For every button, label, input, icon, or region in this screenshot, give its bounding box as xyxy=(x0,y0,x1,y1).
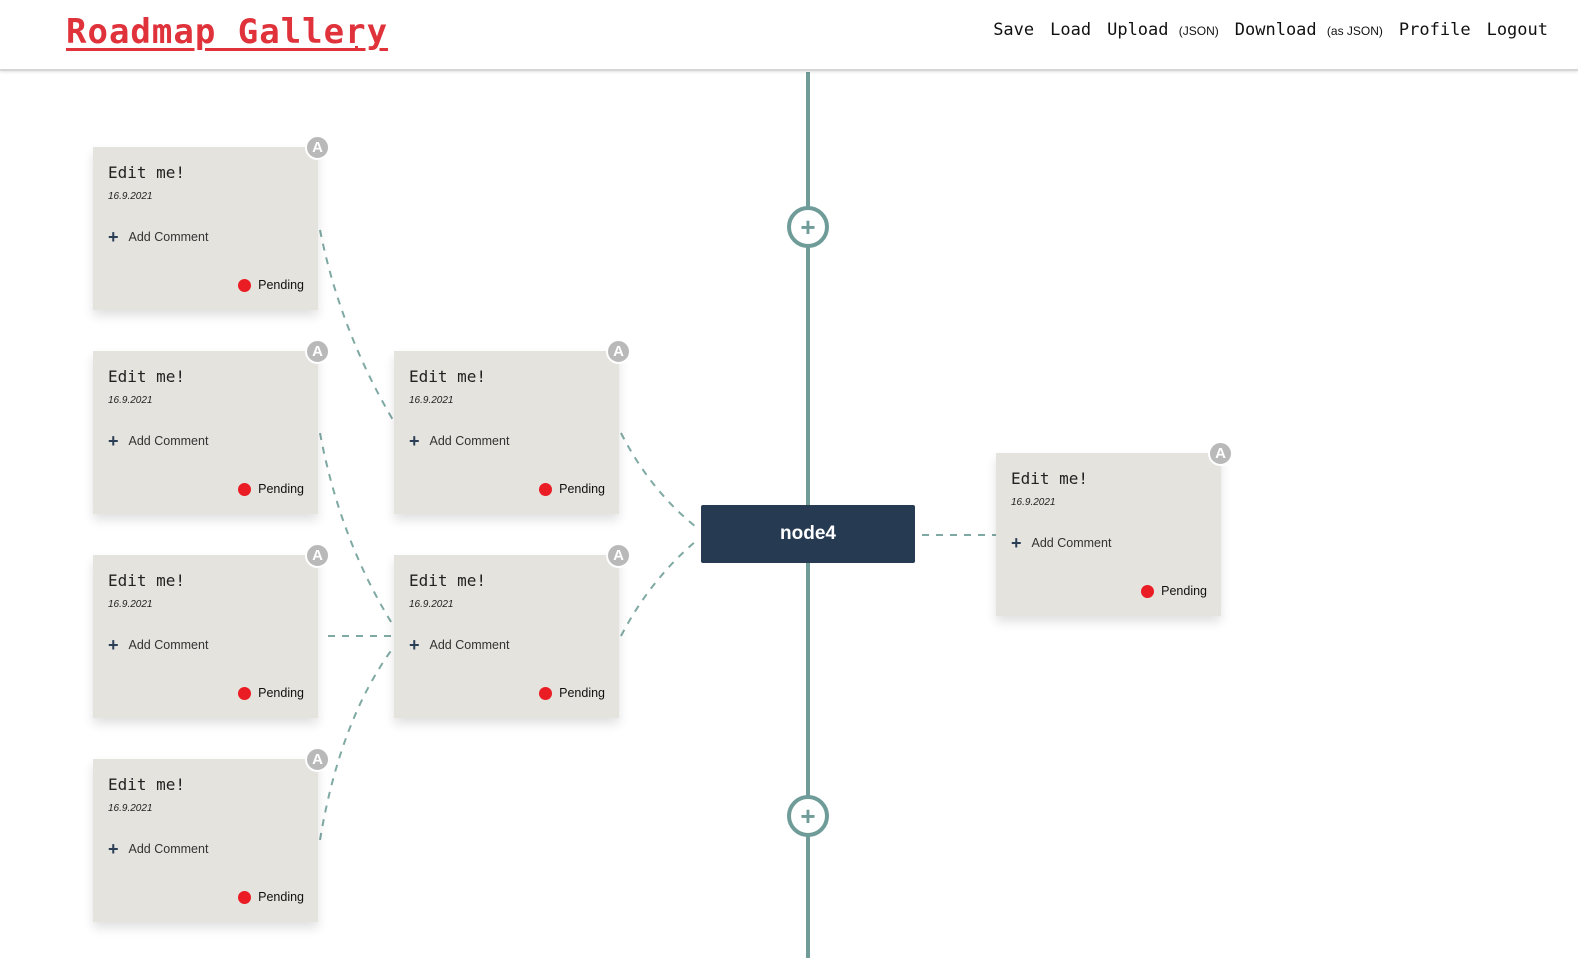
card-title[interactable]: Edit me! xyxy=(108,775,185,794)
avatar[interactable]: A xyxy=(305,135,330,160)
add-comment-label: Add Comment xyxy=(128,434,209,448)
app-header: Roadmap Gallery Save Load Upload (JSON) … xyxy=(0,0,1578,71)
plus-icon: + xyxy=(1011,533,1022,553)
roadmap-card[interactable]: Edit me! 16.9.2021 + Add Comment Pending… xyxy=(93,339,330,514)
card-date: 16.9.2021 xyxy=(108,395,153,406)
edge-card2-card6 xyxy=(319,432,394,626)
card-date: 16.9.2021 xyxy=(409,395,454,406)
roadmap-card[interactable]: Edit me! 16.9.2021 + Add Comment Pending… xyxy=(93,747,330,922)
card-date: 16.9.2021 xyxy=(108,599,153,610)
status-badge[interactable]: Pending xyxy=(238,482,304,496)
card-title[interactable]: Edit me! xyxy=(108,571,185,590)
add-comment-label: Add Comment xyxy=(429,638,510,652)
avatar[interactable]: A xyxy=(305,747,330,772)
status-label: Pending xyxy=(1161,584,1207,598)
add-comment-button[interactable]: + Add Comment xyxy=(409,635,510,655)
avatar[interactable]: A xyxy=(1208,441,1233,466)
roadmap-card[interactable]: Edit me! 16.9.2021 + Add Comment Pending… xyxy=(93,543,330,718)
status-label: Pending xyxy=(258,482,304,496)
add-comment-button[interactable]: + Add Comment xyxy=(1011,533,1112,553)
card-date: 16.9.2021 xyxy=(108,191,153,202)
card-title[interactable]: Edit me! xyxy=(1011,469,1088,488)
add-comment-button[interactable]: + Add Comment xyxy=(409,431,510,451)
status-badge[interactable]: Pending xyxy=(539,482,605,496)
top-nav: Save Load Upload (JSON) Download (as JSO… xyxy=(993,20,1548,40)
plus-icon: + xyxy=(108,227,119,247)
nav-upload[interactable]: Upload (JSON) xyxy=(1107,20,1219,40)
status-label: Pending xyxy=(258,278,304,292)
status-dot-icon xyxy=(539,686,553,700)
plus-icon: + xyxy=(409,431,420,451)
card-title[interactable]: Edit me! xyxy=(409,571,486,590)
roadmap-card[interactable]: Edit me! 16.9.2021 + Add Comment Pending… xyxy=(93,135,330,310)
nav-logout[interactable]: Logout xyxy=(1487,20,1548,40)
avatar[interactable]: A xyxy=(606,543,631,568)
add-comment-label: Add Comment xyxy=(1031,536,1112,550)
add-node-bottom-button[interactable]: + xyxy=(787,795,829,837)
status-badge[interactable]: Pending xyxy=(1141,584,1207,598)
plus-icon: + xyxy=(108,431,119,451)
nav-download[interactable]: Download (as JSON) xyxy=(1235,20,1383,40)
card-date: 16.9.2021 xyxy=(409,599,454,610)
add-comment-label: Add Comment xyxy=(128,638,209,652)
plus-icon: + xyxy=(409,635,420,655)
status-dot-icon xyxy=(238,890,252,904)
status-label: Pending xyxy=(559,482,605,496)
card-title[interactable]: Edit me! xyxy=(108,367,185,386)
status-badge[interactable]: Pending xyxy=(238,890,304,904)
edge-card5-node4 xyxy=(620,432,697,528)
roadmap-card[interactable]: Edit me! 16.9.2021 + Add Comment Pending… xyxy=(996,441,1233,616)
add-comment-button[interactable]: + Add Comment xyxy=(108,839,209,859)
edge-card4-card6 xyxy=(319,647,394,841)
nav-save[interactable]: Save xyxy=(993,20,1034,40)
logo[interactable]: Roadmap Gallery xyxy=(66,12,388,52)
edge-card1-card5 xyxy=(319,229,394,421)
nav-profile[interactable]: Profile xyxy=(1399,20,1471,40)
status-badge[interactable]: Pending xyxy=(539,686,605,700)
status-label: Pending xyxy=(258,686,304,700)
add-comment-label: Add Comment xyxy=(128,842,209,856)
plus-circle-icon: + xyxy=(800,801,816,831)
add-node-top-button[interactable]: + xyxy=(787,206,829,248)
status-label: Pending xyxy=(258,890,304,904)
card-date: 16.9.2021 xyxy=(1011,497,1056,508)
avatar[interactable]: A xyxy=(606,339,631,364)
status-dot-icon xyxy=(1141,584,1155,598)
status-dot-icon xyxy=(238,278,252,292)
plus-icon: + xyxy=(108,635,119,655)
card-date: 16.9.2021 xyxy=(108,803,153,814)
status-dot-icon xyxy=(539,482,553,496)
card-title[interactable]: Edit me! xyxy=(108,163,185,182)
add-comment-button[interactable]: + Add Comment xyxy=(108,227,209,247)
avatar[interactable]: A xyxy=(305,543,330,568)
status-dot-icon xyxy=(238,482,252,496)
add-comment-button[interactable]: + Add Comment xyxy=(108,431,209,451)
add-comment-label: Add Comment xyxy=(128,230,209,244)
logo-dot xyxy=(355,46,358,49)
status-dot-icon xyxy=(238,686,252,700)
add-comment-label: Add Comment xyxy=(429,434,510,448)
roadmap-card[interactable]: Edit me! 16.9.2021 + Add Comment Pending… xyxy=(394,543,631,718)
avatar[interactable]: A xyxy=(305,339,330,364)
nav-load[interactable]: Load xyxy=(1050,20,1091,40)
plus-icon: + xyxy=(108,839,119,859)
status-badge[interactable]: Pending xyxy=(238,686,304,700)
edge-card6-node4 xyxy=(620,540,697,637)
status-badge[interactable]: Pending xyxy=(238,278,304,292)
central-node[interactable]: node4 xyxy=(701,505,915,563)
add-comment-button[interactable]: + Add Comment xyxy=(108,635,209,655)
plus-circle-icon: + xyxy=(800,212,816,242)
status-label: Pending xyxy=(559,686,605,700)
roadmap-card[interactable]: Edit me! 16.9.2021 + Add Comment Pending… xyxy=(394,339,631,514)
card-title[interactable]: Edit me! xyxy=(409,367,486,386)
